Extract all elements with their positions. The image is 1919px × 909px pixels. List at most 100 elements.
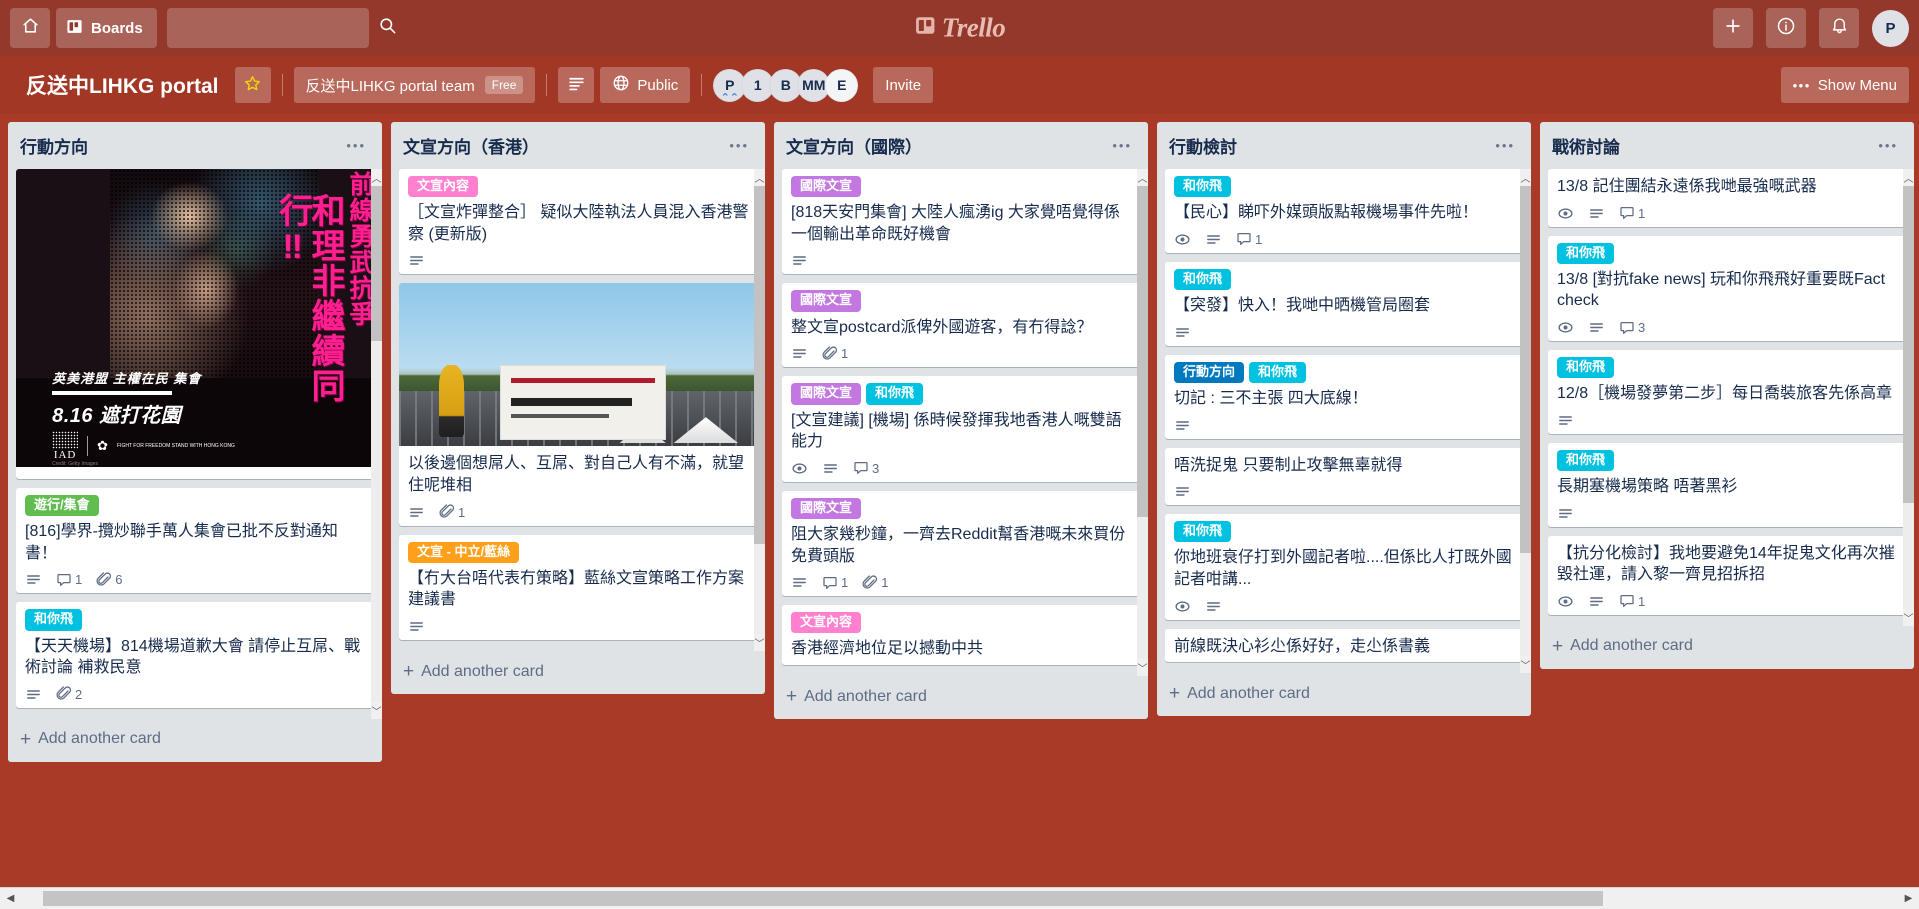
card-label[interactable]: 遊行/集會 xyxy=(25,495,99,517)
board-card[interactable]: 文宣內容 ［文宣炸彈整合］ 疑似大陸執法人員混入香港警察 (更新版) xyxy=(399,169,760,275)
card-label[interactable]: 國際文宣 xyxy=(791,176,862,198)
list-menu-icon[interactable]: ••• xyxy=(340,136,372,155)
board-card[interactable]: 文宣 - 中立/藍絲 【冇大台唔代表冇策略】藍絲文宣策略工作方案建議書 xyxy=(399,534,760,641)
add-another-card-button[interactable]: + Add another card xyxy=(1540,626,1914,669)
list-scroll-up-arrow[interactable]: ︿ xyxy=(1137,169,1148,186)
search-input[interactable] xyxy=(178,19,378,37)
scroll-right-arrow[interactable]: ▶ xyxy=(1898,888,1919,909)
list-title[interactable]: 文宣方向（國際） xyxy=(786,133,1106,158)
list-scroll-track[interactable] xyxy=(1520,186,1531,657)
board-card[interactable]: 國際文宣 整文宣postcard派俾外國遊客，有冇得諗？ 1 xyxy=(782,283,1143,368)
search-icon[interactable] xyxy=(378,16,397,40)
add-another-card-button[interactable]: + Add another card xyxy=(391,651,765,694)
visibility-button[interactable]: Public xyxy=(600,67,691,103)
board-card[interactable]: 和你飛 13/8 [對抗fake news] 玩和你飛飛好重要既Fact chec… xyxy=(1548,235,1909,342)
card-label[interactable]: 文宣內容 xyxy=(408,176,479,198)
board-card[interactable]: 【抗分化檢討】我地要避免14年捉鬼文化再次摧毀社運，請入黎一齊見招拆招 1 xyxy=(1548,535,1909,615)
board-title[interactable]: 反送中LIHKG portal xyxy=(16,64,229,106)
list-scrollbar[interactable]: ︿ ﹀ xyxy=(1903,169,1914,626)
info-button[interactable] xyxy=(1766,8,1806,48)
board-horizontal-scrollbar[interactable]: ◀ ▶ xyxy=(0,887,1919,909)
board-card[interactable]: 和你飛 12/8［機場發夢第二步］每日喬裝旅客先係高章 xyxy=(1548,350,1909,434)
board-card[interactable]: 和你飛 【突發】快入！我哋中晒機管局圈套 xyxy=(1165,261,1526,346)
show-menu-button[interactable]: ••• Show Menu xyxy=(1780,67,1909,103)
card-label[interactable]: 和你飛 xyxy=(866,383,924,405)
list-scroll-up-arrow[interactable]: ︿ xyxy=(754,169,765,186)
team-button[interactable]: 反送中LIHKG portal team Free xyxy=(293,67,536,103)
board-card[interactable]: 和你飛 【天天機場】814機場道歉大會 請停止互屌、戰術討論 補救民意 2 xyxy=(16,602,377,708)
invite-button[interactable]: Invite xyxy=(873,67,934,103)
board-card[interactable]: 前線勇武抗爭 和理非繼續同行‼ 英美港盟 主權在民 集會 8.16 遮打花園 IAD ✿ F… xyxy=(16,169,377,479)
card-label[interactable]: 和你飛 xyxy=(1174,176,1232,198)
list-title[interactable]: 行動檢討 xyxy=(1169,133,1489,158)
list-scroll-thumb[interactable] xyxy=(754,186,765,545)
board-card[interactable]: 國際文宣 [818天安門集會] 大陸人瘋湧ig 大家覺唔覺得係一個輸出革命既好機會 xyxy=(782,169,1143,275)
card-label[interactable]: 和你飛 xyxy=(25,609,83,631)
board-card[interactable]: 和你飛 【民心】睇吓外媒頭版點報機場事件先啦！ 1 xyxy=(1165,169,1526,253)
list-scroll-down-arrow[interactable]: ﹀ xyxy=(1903,608,1914,626)
list-scroll-track[interactable] xyxy=(1137,186,1148,659)
card-label[interactable]: 國際文宣 xyxy=(791,497,862,519)
horizontal-scroll-track[interactable] xyxy=(21,888,1898,909)
add-button[interactable] xyxy=(1713,8,1753,48)
list-scroll-track[interactable] xyxy=(371,186,382,702)
board-card[interactable]: 和你飛 長期塞機場策略 唔著黑衫 xyxy=(1548,442,1909,527)
notifications-button[interactable] xyxy=(1819,8,1859,48)
card-label[interactable]: 行動方向 xyxy=(1174,361,1245,383)
board-card[interactable]: 行動方向 和你飛 切記 : 三不主張 四大底線！ xyxy=(1165,354,1526,439)
board-card[interactable]: 國際文宣 阻大家幾秒鐘，一齊去Reddit幫香港嘅未來買份免費頭版 1 1 xyxy=(782,490,1143,597)
list-scrollbar[interactable]: ︿ ﹀ xyxy=(1520,169,1531,674)
card-label[interactable]: 文宣 - 中立/藍絲 xyxy=(408,541,520,563)
board-card[interactable]: 前線既決心衫尐係好好，走尐係書義 xyxy=(1165,628,1526,663)
list-menu-icon[interactable]: ••• xyxy=(723,136,755,155)
boards-button[interactable]: Boards xyxy=(56,8,157,48)
card-label[interactable]: 和你飛 xyxy=(1174,521,1232,543)
list-scroll-thumb[interactable] xyxy=(371,186,382,341)
board-card[interactable]: 遊行/集會 [816]學界-攬炒聯手萬人集會已批不反對通知書！ 1 6 xyxy=(16,488,377,594)
list-scroll-down-arrow[interactable]: ﹀ xyxy=(1520,656,1531,674)
list-menu-icon[interactable]: ••• xyxy=(1106,136,1138,155)
list-title[interactable]: 戰術討論 xyxy=(1552,133,1872,158)
card-label[interactable]: 和你飛 xyxy=(1249,361,1307,383)
list-scroll-down-arrow[interactable]: ﹀ xyxy=(371,701,382,719)
list-menu-icon[interactable]: ••• xyxy=(1489,136,1521,155)
list-scroll-track[interactable] xyxy=(1903,186,1914,609)
list-scroll-thumb[interactable] xyxy=(1903,186,1914,504)
list-scroll-thumb[interactable] xyxy=(1520,186,1531,553)
list-scroll-down-arrow[interactable]: ﹀ xyxy=(1137,659,1148,676)
list-scroll-up-arrow[interactable]: ︿ xyxy=(371,169,382,186)
user-avatar[interactable]: P xyxy=(1872,9,1909,47)
list-title[interactable]: 行動方向 xyxy=(20,133,340,158)
board-card[interactable]: 文宣內容 香港經濟地位足以撼動中共 xyxy=(782,605,1143,665)
scroll-left-arrow[interactable]: ◀ xyxy=(0,888,21,909)
card-label[interactable]: 國際文宣 xyxy=(791,383,862,405)
list-title[interactable]: 文宣方向（香港） xyxy=(403,133,723,158)
board-card[interactable]: 和你飛 你地班衰仔打到外國記者啦....但係比人打既外國記者咁講... xyxy=(1165,514,1526,620)
card-label[interactable]: 和你飛 xyxy=(1557,357,1615,379)
card-label[interactable]: 文宣內容 xyxy=(791,612,862,634)
board-member-avatar[interactable]: E xyxy=(825,68,859,102)
add-another-card-button[interactable]: + Add another card xyxy=(1157,673,1531,716)
star-board-button[interactable] xyxy=(234,67,271,103)
board-card[interactable]: 13/8 記住團結永遠係我哋最強嘅武器 1 xyxy=(1548,169,1909,227)
card-label[interactable]: 和你飛 xyxy=(1557,449,1615,472)
board-card[interactable]: 唔洗捉鬼 只要制止攻擊無辜就得 xyxy=(1165,447,1526,506)
list-scrollbar[interactable]: ︿ ﹀ xyxy=(1137,169,1148,676)
list-scroll-down-arrow[interactable]: ﹀ xyxy=(754,634,765,652)
list-scroll-up-arrow[interactable]: ︿ xyxy=(1903,169,1914,186)
list-scroll-up-arrow[interactable]: ︿ xyxy=(1520,169,1531,186)
board-card[interactable]: 國際文宣 和你飛 [文宣建議] [機場] 係時候發揮我地香港人嘅雙語能力 3 xyxy=(782,376,1143,482)
trello-logo[interactable]: Trello xyxy=(914,13,1006,44)
board-card[interactable]: 以後邊個想屌人、互屌、對自己人有不滿，就望住呢堆相 1 xyxy=(399,283,760,526)
list-menu-icon[interactable]: ••• xyxy=(1872,136,1904,155)
list-scrollbar[interactable]: ︿ ﹀ xyxy=(371,169,382,719)
add-another-card-button[interactable]: + Add another card xyxy=(774,676,1148,719)
list-scroll-thumb[interactable] xyxy=(1137,186,1148,518)
search-box[interactable] xyxy=(166,8,396,48)
board-view-button[interactable] xyxy=(558,67,595,103)
list-scrollbar[interactable]: ︿ ﹀ xyxy=(754,169,765,652)
card-label[interactable]: 國際文宣 xyxy=(791,290,862,312)
card-label[interactable]: 和你飛 xyxy=(1174,268,1232,291)
add-another-card-button[interactable]: + Add another card xyxy=(8,719,382,762)
list-scroll-track[interactable] xyxy=(754,186,765,635)
